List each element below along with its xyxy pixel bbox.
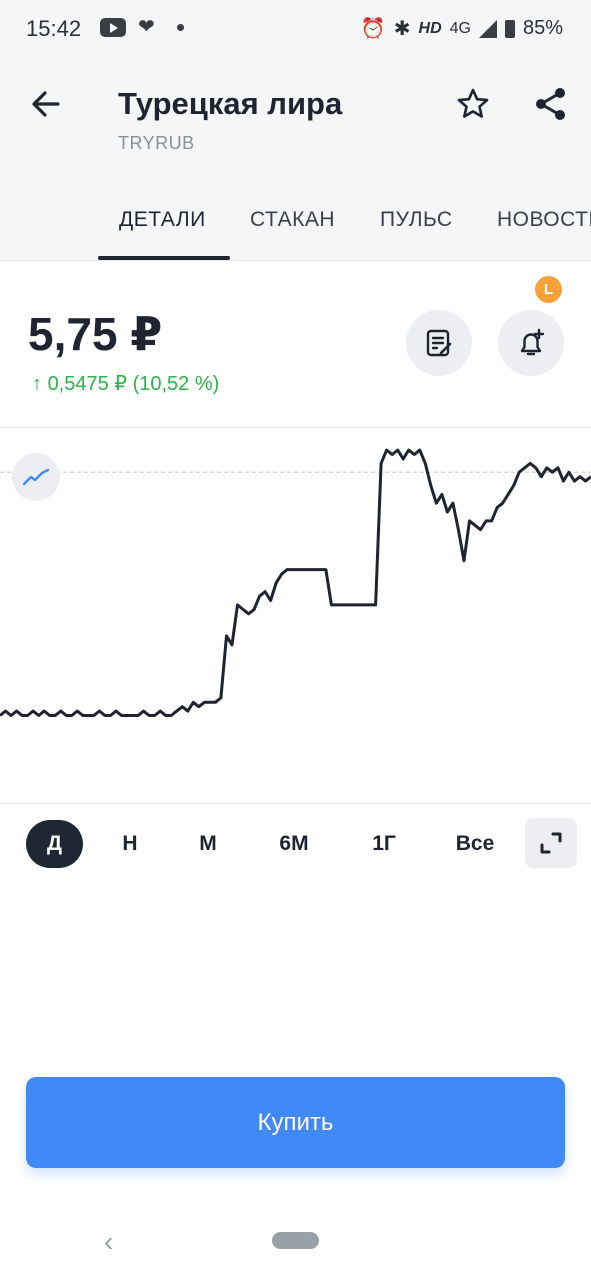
buy-button[interactable]: Купить bbox=[26, 1077, 565, 1168]
system-icons: ⏰ ✱ HD 4G 85% bbox=[361, 16, 563, 41]
bell-plus-icon bbox=[520, 328, 545, 356]
battery-icon bbox=[504, 19, 515, 38]
expand-icon bbox=[540, 832, 562, 854]
tab-bar: ДЕТАЛИ СТАКАН ПУЛЬС НОВОСТИ bbox=[0, 200, 591, 260]
period-6-months[interactable]: 6М bbox=[268, 820, 320, 868]
app-header: Турецкая лира TRYRUB ДЕТАЛИ СТАКАН ПУЛЬС… bbox=[0, 60, 591, 261]
home-pill[interactable] bbox=[272, 1232, 319, 1249]
line-chart-icon bbox=[22, 468, 50, 486]
network-label: 4G bbox=[449, 19, 471, 37]
price-series-line bbox=[0, 448, 591, 717]
back-arrow-icon[interactable] bbox=[26, 84, 66, 124]
status-time: 15:42 bbox=[26, 16, 82, 41]
system-back-icon[interactable]: ‹ bbox=[104, 1226, 113, 1258]
fullscreen-chart-button[interactable] bbox=[525, 818, 577, 868]
ticker-symbol: TRYRUB bbox=[118, 133, 195, 153]
dot-icon bbox=[176, 23, 184, 31]
active-tab-indicator bbox=[98, 256, 230, 260]
page-title: Турецкая лира bbox=[118, 86, 343, 121]
price-change: ↑ 0,5475 ₽ (10,52 %) bbox=[32, 371, 219, 396]
share-icon[interactable] bbox=[531, 84, 571, 124]
heart-icon: ❤ bbox=[138, 16, 155, 38]
period-week[interactable]: Н bbox=[108, 820, 152, 868]
current-price: 5,75 ₽ bbox=[28, 308, 163, 360]
signal-icon bbox=[478, 19, 497, 38]
bluetooth-icon: ✱ bbox=[393, 18, 411, 40]
period-day[interactable]: Д bbox=[26, 820, 83, 868]
tab-order-book[interactable]: СТАКАН bbox=[250, 208, 335, 232]
tab-news[interactable]: НОВОСТИ bbox=[497, 208, 591, 232]
notification-icons: ❤ bbox=[100, 17, 184, 37]
favorite-star-icon[interactable] bbox=[453, 84, 493, 124]
alarm-icon: ⏰ bbox=[360, 18, 386, 40]
period-all[interactable]: Все bbox=[447, 820, 503, 868]
status-bar: 15:42 ❤ ⏰ ✱ HD 4G 85% bbox=[0, 0, 591, 60]
up-arrow-icon: ↑ bbox=[32, 373, 42, 395]
price-change-value: 0,5475 ₽ (10,52 %) bbox=[47, 373, 220, 395]
period-month[interactable]: М bbox=[186, 820, 230, 868]
hd-label: HD bbox=[418, 19, 442, 37]
price-alert-button[interactable] bbox=[498, 310, 564, 376]
chart-bottom-divider bbox=[0, 803, 591, 804]
battery-level: 85% bbox=[522, 17, 563, 39]
tab-details[interactable]: ДЕТАЛИ bbox=[119, 208, 206, 232]
price-chart[interactable] bbox=[0, 428, 591, 804]
youtube-icon bbox=[100, 17, 126, 37]
period-year[interactable]: 1Г bbox=[360, 820, 408, 868]
level-badge: L bbox=[535, 276, 562, 303]
note-edit-icon bbox=[426, 329, 452, 357]
chart-type-button[interactable] bbox=[12, 453, 60, 501]
tab-pulse[interactable]: ПУЛЬС bbox=[380, 208, 453, 232]
notes-button[interactable] bbox=[406, 310, 472, 376]
